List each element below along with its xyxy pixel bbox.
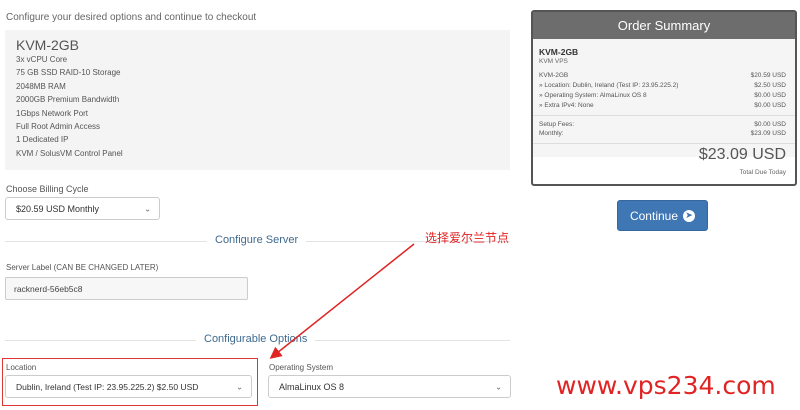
annotation-arrow	[269, 243, 415, 359]
watermark-text: www.vps234.com	[556, 371, 776, 400]
